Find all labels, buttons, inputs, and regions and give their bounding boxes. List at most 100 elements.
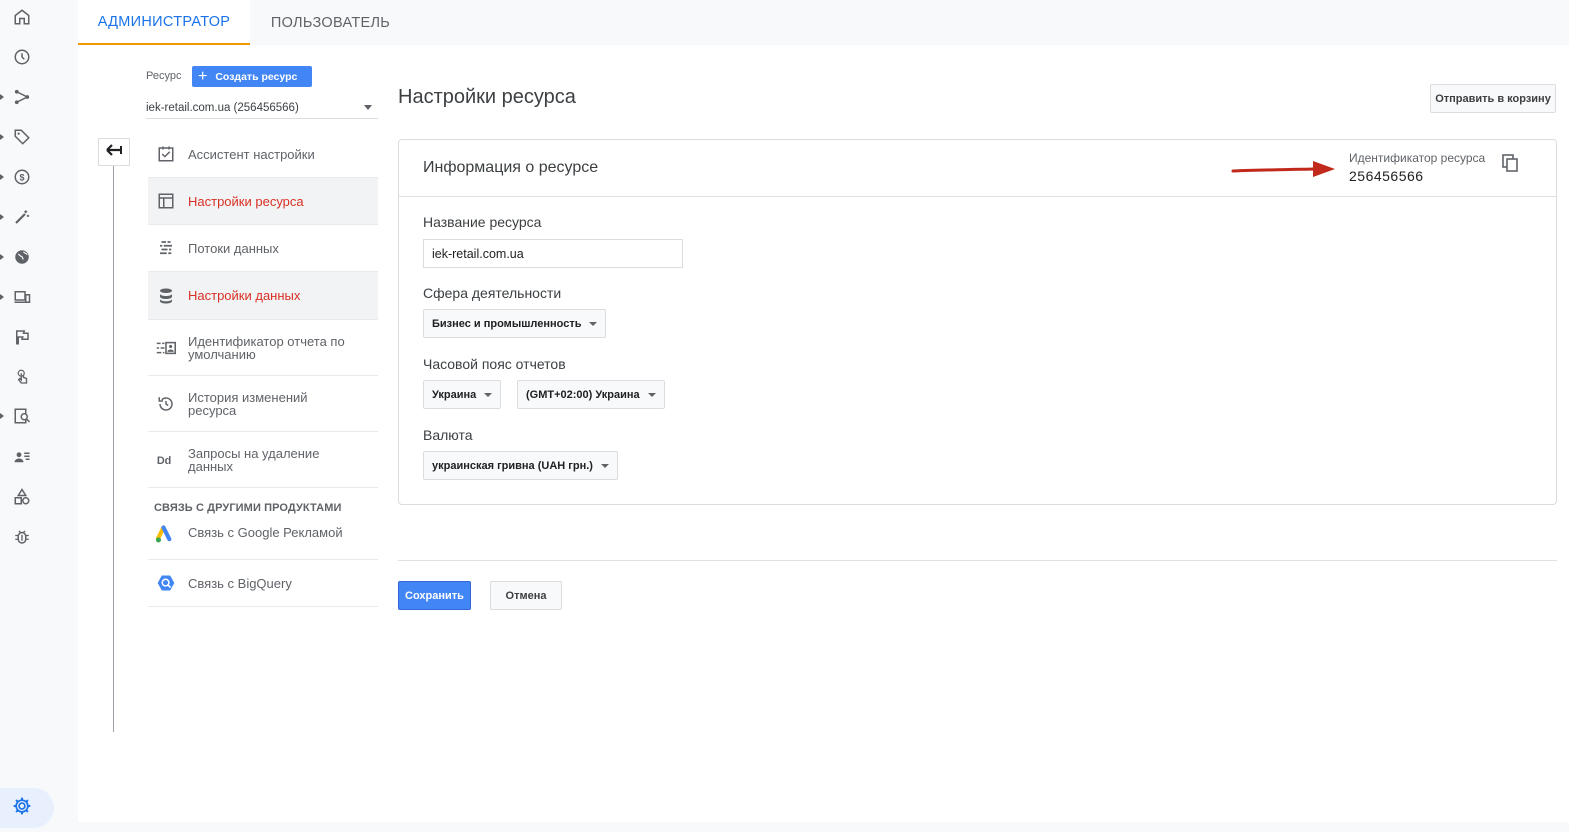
rail-home[interactable]	[0, 3, 46, 31]
google-ads-icon	[156, 525, 176, 545]
database-icon	[156, 286, 176, 306]
create-resource-button[interactable]: + Создать ресурс	[192, 66, 312, 87]
nav-item-setup-assistant[interactable]: Ассистент настройки	[148, 131, 378, 178]
card-title: Информация о ресурсе	[423, 159, 599, 176]
rail-devices[interactable]	[0, 283, 46, 311]
rail-tag[interactable]	[0, 123, 46, 151]
nav-item-report-id[interactable]: Идентификатор отчета по умолчанию	[148, 320, 378, 376]
timezone-label: Часовой пояс отчетов	[423, 356, 566, 372]
expand-caret-icon	[0, 294, 4, 300]
back-button[interactable]	[98, 138, 130, 166]
country-select-value: Украина	[432, 388, 477, 401]
copy-icon[interactable]	[1499, 152, 1521, 174]
expand-caret-icon	[0, 254, 4, 260]
analytics-icon	[13, 407, 31, 425]
dollar-icon: $	[13, 168, 31, 186]
flow-icon	[13, 88, 31, 106]
red-arrow-annotation	[1231, 161, 1335, 177]
devices-icon	[13, 288, 31, 306]
rail-shapes[interactable]	[0, 483, 46, 511]
actions-divider	[398, 560, 1557, 561]
resource-info-card: Информация о ресурсе Идентификатор ресур…	[398, 139, 1557, 505]
rail-globe[interactable]	[0, 243, 46, 271]
currency-label: Валюта	[423, 427, 473, 443]
page-title: Настройки ресурса	[398, 86, 576, 108]
nav-item-change-history[interactable]: История изменений ресурса	[148, 376, 378, 432]
gear-icon	[12, 796, 32, 821]
resource-name-input[interactable]	[423, 239, 683, 268]
resource-id-value: 256456566	[1349, 168, 1424, 184]
move-to-trash-button[interactable]: Отправить в корзину	[1430, 84, 1556, 113]
tag-icon	[13, 128, 31, 146]
expand-caret-icon	[0, 134, 4, 140]
industry-select[interactable]: Бизнес и промышленность	[423, 309, 607, 338]
main-panel: АДМИНИСТРАТОР ПОЛЬЗОВАТЕЛЬ Ресурс + Созд…	[78, 0, 1569, 822]
arrow-left-icon	[106, 143, 122, 162]
nav-item-label: История изменений ресурса	[188, 389, 308, 418]
resource-select[interactable]: iek-retail.com.ua (256456566)	[146, 97, 378, 119]
currency-select[interactable]: украинская гривна (UAH грн.)	[423, 451, 618, 480]
nav-item-data-deletion[interactable]: Dd Запросы на удаление данных	[148, 432, 378, 488]
svg-text:$: $	[19, 172, 24, 182]
cancel-button[interactable]: Отмена	[490, 581, 562, 610]
bug-icon	[13, 528, 31, 546]
linked-products-section-title: СВЯЗЬ С ДРУГИМИ ПРОДУКТАМИ	[154, 502, 342, 514]
rail-audience[interactable]	[0, 443, 46, 471]
streams-icon	[156, 238, 176, 258]
nav-item-label: Связь с BigQuery	[188, 575, 292, 591]
nav-item-label: Связь с Google Рекламой	[188, 525, 343, 540]
dd-icon: Dd	[156, 450, 176, 470]
shapes-icon	[13, 488, 31, 506]
nav-item-bigquery-link[interactable]: Связь с BigQuery	[148, 560, 378, 607]
report-id-icon	[156, 338, 176, 358]
industry-select-value: Бизнес и промышленность	[432, 317, 582, 330]
settings-rail-button[interactable]	[0, 788, 54, 828]
rail-flow[interactable]	[0, 83, 46, 111]
expand-caret-icon	[0, 413, 4, 419]
chevron-down-icon	[600, 463, 609, 468]
rail-monetization[interactable]: $	[0, 163, 46, 191]
chevron-down-icon	[647, 392, 656, 397]
tab-bar: АДМИНИСТРАТОР ПОЛЬЗОВАТЕЛЬ	[78, 0, 1569, 45]
checkbox-icon	[156, 144, 176, 164]
nav-item-data-streams[interactable]: Потоки данных	[148, 225, 378, 272]
nav-item-label: Настройки данных	[188, 288, 301, 303]
card-header: Информация о ресурсе Идентификатор ресур…	[399, 140, 1556, 197]
resource-id-label: Идентификатор ресурса	[1349, 151, 1486, 165]
nav-item-data-settings[interactable]: Настройки данных	[148, 272, 378, 320]
timezone-select[interactable]: (GMT+02:00) Украина	[517, 380, 665, 409]
nav-item-label: Настройки ресурса	[188, 193, 304, 209]
timezone-select-value: (GMT+02:00) Украина	[526, 388, 640, 401]
globe-icon	[13, 248, 31, 266]
country-select[interactable]: Украина	[423, 380, 502, 409]
nav-item-label: Запросы на удаление данных	[188, 445, 320, 474]
tab-user[interactable]: ПОЛЬЗОВАТЕЛЬ	[258, 0, 403, 45]
resource-name-label: Название ресурса	[423, 214, 542, 230]
nav-item-resource-settings[interactable]: Настройки ресурса	[148, 178, 378, 225]
left-rail: $	[0, 0, 54, 832]
rail-flag[interactable]	[0, 323, 46, 351]
bigquery-icon	[156, 573, 176, 593]
history-icon	[156, 394, 176, 414]
expand-caret-icon	[0, 174, 4, 180]
rail-analytics[interactable]	[0, 402, 46, 430]
nav-item-google-ads-link[interactable]: Связь с Google Рекламой	[148, 520, 378, 560]
chevron-down-icon	[484, 392, 493, 397]
rail-debug[interactable]	[0, 523, 46, 551]
rail-touch[interactable]	[0, 363, 46, 391]
resource-select-value: iek-retail.com.ua (256456566)	[146, 101, 299, 114]
flag-icon	[13, 328, 31, 346]
nav-item-label: Потоки данных	[188, 240, 279, 256]
save-button[interactable]: Сохранить	[398, 581, 471, 610]
user-list-icon	[13, 448, 31, 466]
plus-icon: +	[198, 67, 208, 85]
rail-magic[interactable]	[0, 203, 46, 231]
layout-icon	[156, 191, 176, 211]
rail-realtime[interactable]	[0, 43, 46, 71]
clock-icon	[13, 48, 31, 66]
expand-caret-icon	[0, 214, 4, 220]
tab-admin[interactable]: АДМИНИСТРАТОР	[78, 0, 250, 45]
nav-item-label: Идентификатор отчета по умолчанию	[188, 333, 345, 362]
nav-item-label: Ассистент настройки	[188, 146, 315, 162]
chevron-down-icon	[364, 105, 372, 110]
